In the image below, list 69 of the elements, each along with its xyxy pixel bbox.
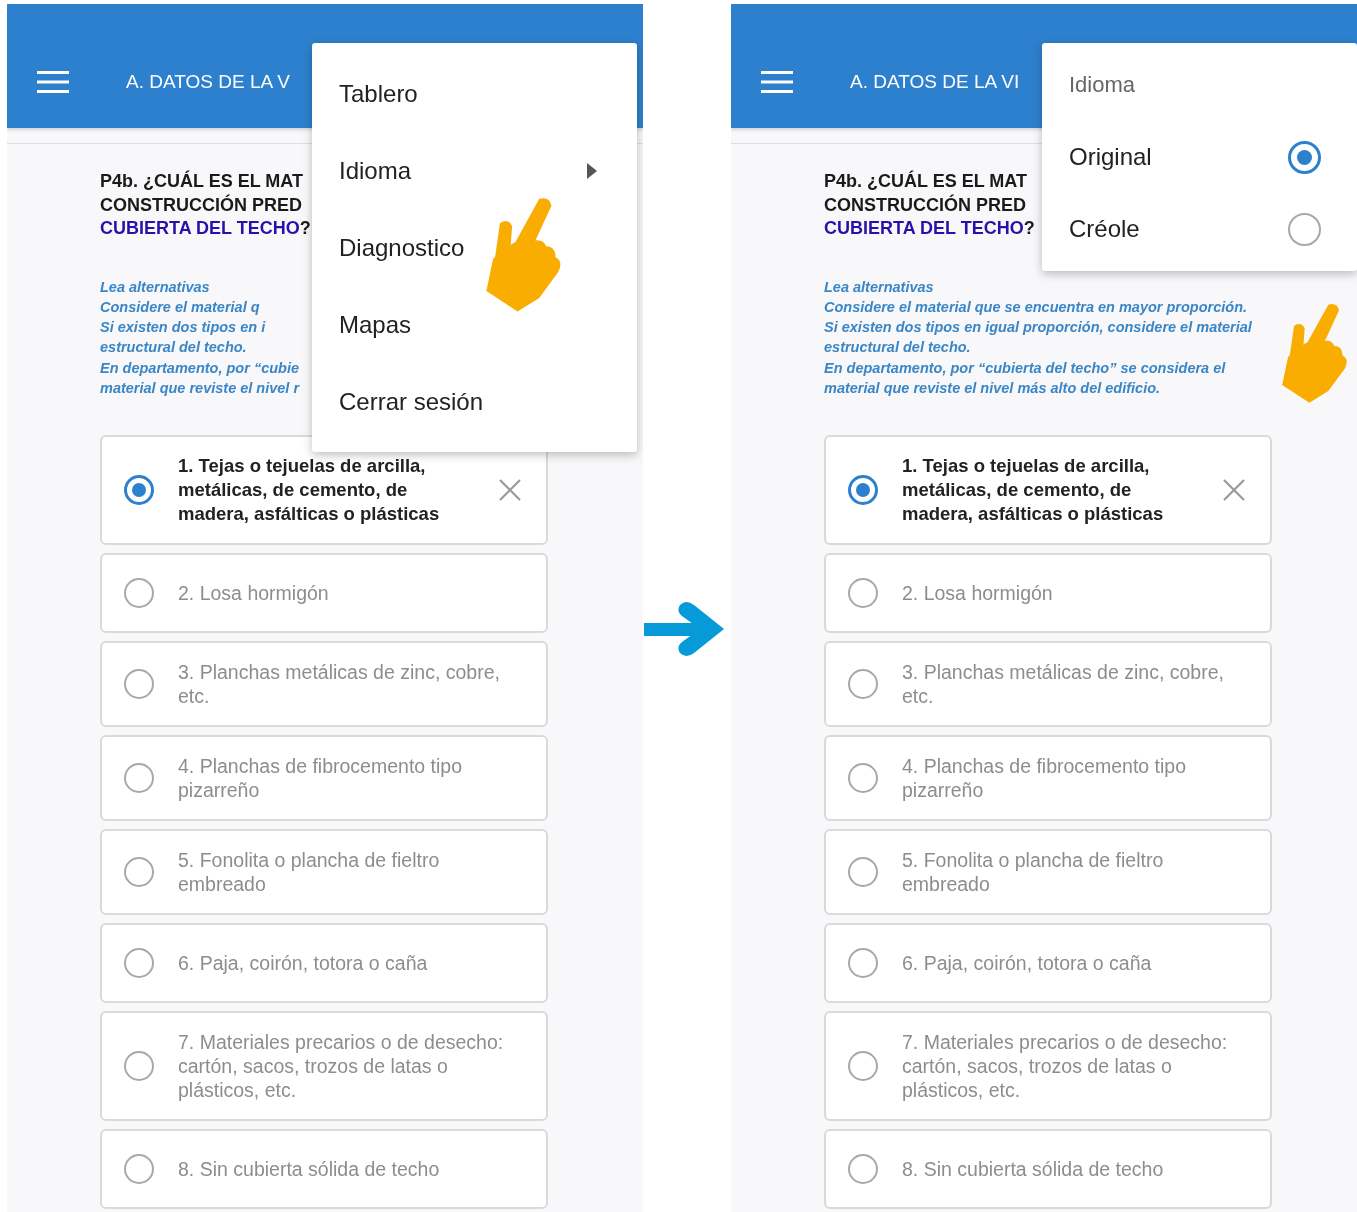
- option-card[interactable]: 5. Fonolita o plancha de fieltro embreado: [824, 829, 1272, 916]
- option-label: 3. Planchas metálicas de zinc, cobre, etc.: [902, 660, 1225, 709]
- option-card[interactable]: 8. Sin cubierta sólida de techo: [824, 1129, 1272, 1210]
- option-label: 1. Tejas o tejuelas de arcilla, metálicas, de cemento, de madera, asfálticas o plásticas: [902, 454, 1165, 527]
- option-label: 4. Planchas de fibrocemento tipo pizarreño: [902, 754, 1187, 803]
- radio-button[interactable]: [124, 857, 154, 888]
- menu-icon[interactable]: [37, 71, 69, 93]
- radio-button[interactable]: [124, 669, 154, 700]
- option-card[interactable]: 2. Losa hormigón: [824, 553, 1272, 634]
- hand-pointer-icon: [1281, 302, 1349, 406]
- option-label: 8. Sin cubierta sólida de techo: [902, 1157, 1165, 1182]
- question-text: P4b. ¿CUÁL ES EL MAT CONSTRUCCIÓN PRED CUBIERTA DEL TECHO?: [100, 170, 311, 240]
- question-text: P4b. ¿CUÁL ES EL MAT CONSTRUCCIÓN PRED CUBIERTA DEL TECHO?: [824, 170, 1035, 240]
- menu-item[interactable]: Diagnostico: [312, 209, 637, 286]
- option-card[interactable]: 3. Planchas metálicas de zinc, cobre, etc.: [100, 641, 548, 728]
- radio-button[interactable]: [848, 578, 878, 609]
- option-card[interactable]: 1. Tejas o tejuelas de arcilla, metálicas, de cemento, de madera, asfálticas o plásticas: [100, 435, 548, 546]
- radio-button[interactable]: [848, 669, 878, 700]
- close-icon[interactable]: [498, 478, 522, 503]
- close-icon[interactable]: [1222, 478, 1246, 503]
- option-label: 7. Materiales precarios o de desecho: cartón, sacos, trozos de latas o plásticos, etc.: [902, 1030, 1229, 1103]
- radio-button[interactable]: [124, 1154, 154, 1185]
- option-card[interactable]: 8. Sin cubierta sólida de techo: [100, 1129, 548, 1210]
- option-card[interactable]: 4. Planchas de fibrocemento tipo pizarreño: [824, 735, 1272, 822]
- option-label: 8. Sin cubierta sólida de techo: [178, 1157, 441, 1182]
- option-label: 6. Paja, coirón, totora o caña: [178, 951, 429, 976]
- radio-button[interactable]: [124, 763, 154, 794]
- radio-button[interactable]: [124, 948, 154, 979]
- option-card[interactable]: 3. Planchas metálicas de zinc, cobre, etc.: [824, 641, 1272, 728]
- option-card[interactable]: 2. Losa hormigón: [100, 553, 548, 634]
- radio-button[interactable]: [124, 578, 154, 609]
- option-label: 7. Materiales precarios o de desecho: cartón, sacos, trozos de latas o plásticos, etc.: [178, 1030, 505, 1103]
- radio-button[interactable]: [1288, 140, 1321, 174]
- option-card[interactable]: 5. Fonolita o plancha de fieltro embreado: [100, 829, 548, 916]
- instruction-text: Lea alternativas Considere el material q Si existen dos tipos en i estructural del techo. En departamento, por “cubie material que reviste el nivel r: [100, 277, 300, 398]
- option-label: 2. Losa hormigón: [178, 581, 330, 606]
- option-card[interactable]: 6. Paja, coirón, totora o caña: [824, 923, 1272, 1004]
- option-label: 6. Paja, coirón, totora o caña: [902, 951, 1153, 976]
- radio-button[interactable]: [848, 763, 878, 794]
- option-label: 5. Fonolita o plancha de fieltro embreado: [902, 848, 1165, 897]
- option-card[interactable]: 1. Tejas o tejuelas de arcilla, metálicas, de cemento, de madera, asfálticas o plásticas: [824, 435, 1272, 546]
- option-label: 5. Fonolita o plancha de fieltro embreado: [178, 848, 441, 897]
- instruction-text: Lea alternativas Considere el material que se encuentra en mayor proporción. Si existen dos tipos en igual proporción, considere el material estructural del techo. En departamento, por “cubierta del techo” se considera el material que reviste el nivel más alto del edificio.: [824, 277, 1252, 398]
- option-card[interactable]: 4. Planchas de fibrocemento tipo pizarreño: [100, 735, 548, 822]
- option-card[interactable]: 7. Materiales precarios o de desecho: cartón, sacos, trozos de latas o plásticos, etc.: [824, 1011, 1272, 1122]
- option-card[interactable]: 7. Materiales precarios o de desecho: cartón, sacos, trozos de latas o plásticos, etc.: [100, 1011, 548, 1122]
- radio-button[interactable]: [848, 475, 878, 506]
- option-card[interactable]: 6. Paja, coirón, totora o caña: [100, 923, 548, 1004]
- radio-button[interactable]: [848, 857, 878, 888]
- option-label: 3. Planchas metálicas de zinc, cobre, etc.: [178, 660, 501, 709]
- menu-icon[interactable]: [761, 71, 793, 93]
- radio-button[interactable]: [1288, 212, 1321, 246]
- option-label: 2. Losa hormigón: [902, 581, 1054, 606]
- arrow-icon: [644, 601, 724, 657]
- language-option[interactable]: Original: [1042, 121, 1357, 193]
- radio-button[interactable]: [124, 475, 154, 506]
- radio-button[interactable]: [848, 1051, 878, 1082]
- menu-item[interactable]: Idioma: [312, 132, 637, 209]
- language-option[interactable]: Créole: [1042, 193, 1357, 265]
- menu-title: Idioma: [1068, 71, 1137, 99]
- menu-item[interactable]: Tablero: [312, 55, 637, 132]
- screen-title: A. DATOS DE LA V: [126, 71, 291, 93]
- radio-button[interactable]: [848, 948, 878, 979]
- radio-button[interactable]: [848, 1154, 878, 1185]
- menu-item[interactable]: Mapas: [312, 286, 637, 363]
- option-label: 1. Tejas o tejuelas de arcilla, metálicas, de cemento, de madera, asfálticas o plásticas: [178, 454, 441, 527]
- option-label: 4. Planchas de fibrocemento tipo pizarreño: [178, 754, 463, 803]
- radio-button[interactable]: [124, 1051, 154, 1082]
- screen-title: A. DATOS DE LA VI: [850, 71, 1020, 93]
